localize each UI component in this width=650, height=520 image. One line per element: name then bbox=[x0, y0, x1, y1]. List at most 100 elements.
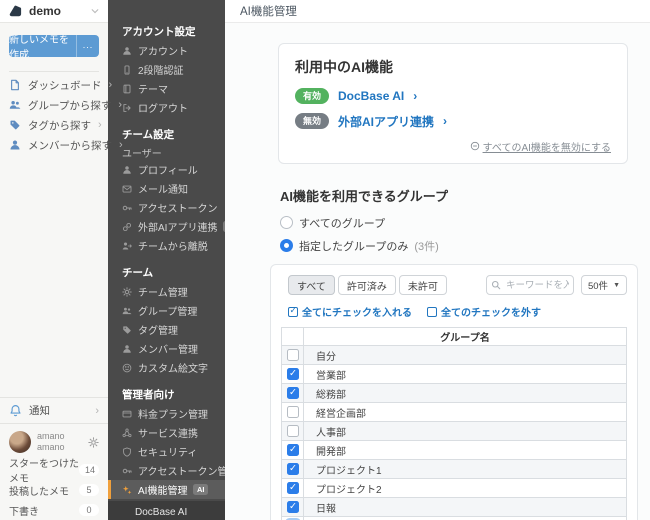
settings-section: チームチーム管理グループ管理タグ管理メンバー管理カスタム絵文字 bbox=[108, 265, 225, 377]
check-all-link[interactable]: 全てにチェックを入れる bbox=[288, 304, 412, 319]
group-name: 人事部 bbox=[304, 422, 627, 441]
chevron-down-icon[interactable] bbox=[90, 6, 100, 16]
workspace-header[interactable]: demo bbox=[0, 0, 108, 23]
link-icon bbox=[122, 222, 132, 232]
feature-link[interactable]: 外部AIアプリ連携 bbox=[338, 113, 434, 130]
group-selection-card: すべて許可済み未許可 50件 ▼ 全てにチェックを入れる 全てのチェックを外す bbox=[270, 264, 638, 520]
settings-item[interactable]: AI機能管理AI bbox=[108, 480, 225, 499]
settings-item[interactable]: セキュリティ bbox=[108, 442, 225, 461]
radio-button[interactable] bbox=[280, 239, 293, 252]
settings-item-label: タグ管理 bbox=[138, 322, 178, 337]
card-icon bbox=[122, 409, 132, 419]
group-name: プロジェクト1 bbox=[304, 460, 627, 479]
stat-label: 投稿したメモ bbox=[9, 483, 69, 498]
minus-circle-icon bbox=[470, 141, 480, 151]
settings-item[interactable]: アクセストークン管理 bbox=[108, 461, 225, 480]
settings-item[interactable]: テーマ bbox=[108, 79, 225, 98]
mail-icon bbox=[122, 184, 132, 194]
settings-item[interactable]: チームから離脱 bbox=[108, 236, 225, 255]
stat-item[interactable]: スターをつけたメモ14 bbox=[0, 460, 108, 480]
settings-item[interactable]: 料金プラン管理 bbox=[108, 404, 225, 423]
workspace-sidebar: demo 新しいメモを作成 ... ダッシュボード›グループから探す›タグから探… bbox=[0, 0, 108, 520]
group-checkbox[interactable] bbox=[287, 425, 299, 437]
count-badge: 5 bbox=[79, 484, 99, 496]
sidebar-item-member[interactable]: メンバーから探す› bbox=[0, 135, 108, 155]
settings-item[interactable]: ログアウト bbox=[108, 98, 225, 117]
group-checkbox[interactable] bbox=[287, 349, 299, 361]
group-name-column-header: グループ名 bbox=[304, 328, 627, 346]
key-icon bbox=[122, 466, 132, 476]
gear-icon[interactable] bbox=[88, 437, 99, 448]
settings-item[interactable]: タグ管理 bbox=[108, 320, 225, 339]
settings-item[interactable]: チーム管理 bbox=[108, 282, 225, 301]
uncheck-all-label: 全てのチェックを外す bbox=[441, 304, 541, 319]
group-name: 自分 bbox=[304, 346, 627, 365]
settings-item[interactable]: メール通知 bbox=[108, 179, 225, 198]
sidebar-item-group[interactable]: グループから探す› bbox=[0, 95, 108, 115]
settings-item-label: ログアウト bbox=[138, 100, 188, 115]
disable-all-link[interactable]: すべてのAI機能を無効にする bbox=[470, 139, 611, 154]
group-icon bbox=[122, 306, 132, 316]
group-checkbox[interactable] bbox=[287, 406, 299, 418]
chevron-right-icon: › bbox=[119, 139, 123, 151]
stat-label: スターをつけたメモ bbox=[9, 455, 79, 485]
disable-all-label: すべてのAI機能を無効にする bbox=[483, 139, 611, 154]
table-row: 自分 bbox=[282, 346, 627, 365]
settings-item[interactable]: サービス連携 bbox=[108, 423, 225, 442]
per-page-select[interactable]: 50件 ▼ bbox=[581, 275, 627, 295]
settings-item-label: アカウント bbox=[138, 43, 188, 58]
settings-item[interactable]: プロフィール bbox=[108, 160, 225, 179]
uncheck-all-link[interactable]: 全てのチェックを外す bbox=[427, 304, 541, 319]
emoji-icon bbox=[122, 363, 132, 373]
group-checkbox[interactable] bbox=[287, 463, 299, 475]
table-row: 人事部 bbox=[282, 422, 627, 441]
filter-tab[interactable]: 未許可 bbox=[399, 275, 447, 295]
chevron-right-icon: › bbox=[95, 405, 99, 417]
new-memo-button-group: 新しいメモを作成 ... bbox=[9, 35, 99, 57]
member-icon bbox=[9, 139, 21, 151]
stat-item[interactable]: 投稿したメモ 5 bbox=[0, 480, 108, 500]
sidebar-item-document[interactable]: ダッシュボード› bbox=[0, 75, 108, 95]
settings-item[interactable]: DocBase AI bbox=[108, 501, 225, 520]
feature-row: 有効DocBase AI› bbox=[295, 88, 611, 104]
active-ai-features-card: 利用中のAI機能 有効DocBase AI›無効外部AIアプリ連携› すべてのA… bbox=[278, 43, 628, 164]
settings-item-label: カスタム絵文字 bbox=[138, 360, 208, 375]
settings-section: アカウント設定アカウント2段階認証テーマログアウト bbox=[108, 24, 225, 117]
sidebar-item-tags[interactable]: タグから探す› bbox=[0, 115, 108, 135]
settings-item[interactable]: アクセストークン bbox=[108, 198, 225, 217]
group-checkbox[interactable] bbox=[287, 368, 299, 380]
checkbox-cell bbox=[282, 498, 304, 517]
scope-radio[interactable]: すべてのグループ bbox=[280, 215, 638, 231]
settings-item[interactable]: 外部AIアプリ連携AI bbox=[108, 217, 225, 236]
group-checkbox[interactable] bbox=[287, 501, 299, 513]
feature-link[interactable]: DocBase AI bbox=[338, 89, 404, 103]
disable-all-row: すべてのAI機能を無効にする bbox=[295, 139, 611, 154]
settings-item[interactable]: メンバー管理 bbox=[108, 339, 225, 358]
checkbox-cell bbox=[282, 384, 304, 403]
notifications-item[interactable]: 通知 › bbox=[0, 397, 108, 424]
scope-radio[interactable]: 指定したグループのみ(3件) bbox=[280, 238, 638, 254]
settings-item[interactable]: グループ管理 bbox=[108, 301, 225, 320]
per-page-value: 50件 bbox=[588, 278, 608, 292]
stat-item[interactable]: 下書き0 bbox=[0, 500, 108, 520]
filter-tab[interactable]: 許可済み bbox=[338, 275, 396, 295]
checkbox-column-header bbox=[282, 328, 304, 346]
group-checkbox[interactable] bbox=[287, 387, 299, 399]
settings-item[interactable]: カスタム絵文字 bbox=[108, 358, 225, 377]
search-icon bbox=[491, 280, 501, 290]
group-checkbox[interactable] bbox=[287, 444, 299, 456]
chevron-right-icon: › bbox=[118, 99, 122, 111]
new-memo-more-button[interactable]: ... bbox=[76, 35, 99, 57]
primary-nav: ダッシュボード›グループから探す›タグから探す›メンバーから探す› bbox=[0, 75, 108, 155]
new-memo-button[interactable]: 新しいメモを作成 bbox=[9, 35, 76, 57]
nodes-icon bbox=[122, 428, 132, 438]
table-row: プロジェクト1 bbox=[282, 460, 627, 479]
settings-item-label: チームから離脱 bbox=[138, 238, 208, 253]
chevron-right-icon: › bbox=[413, 89, 417, 103]
settings-item[interactable]: 2段階認証 bbox=[108, 60, 225, 79]
group-checkbox[interactable] bbox=[287, 482, 299, 494]
groups-section-title: AI機能を利用できるグループ bbox=[280, 186, 638, 205]
settings-item[interactable]: アカウント bbox=[108, 41, 225, 60]
filter-tab[interactable]: すべて bbox=[288, 275, 335, 295]
radio-button[interactable] bbox=[280, 216, 293, 229]
